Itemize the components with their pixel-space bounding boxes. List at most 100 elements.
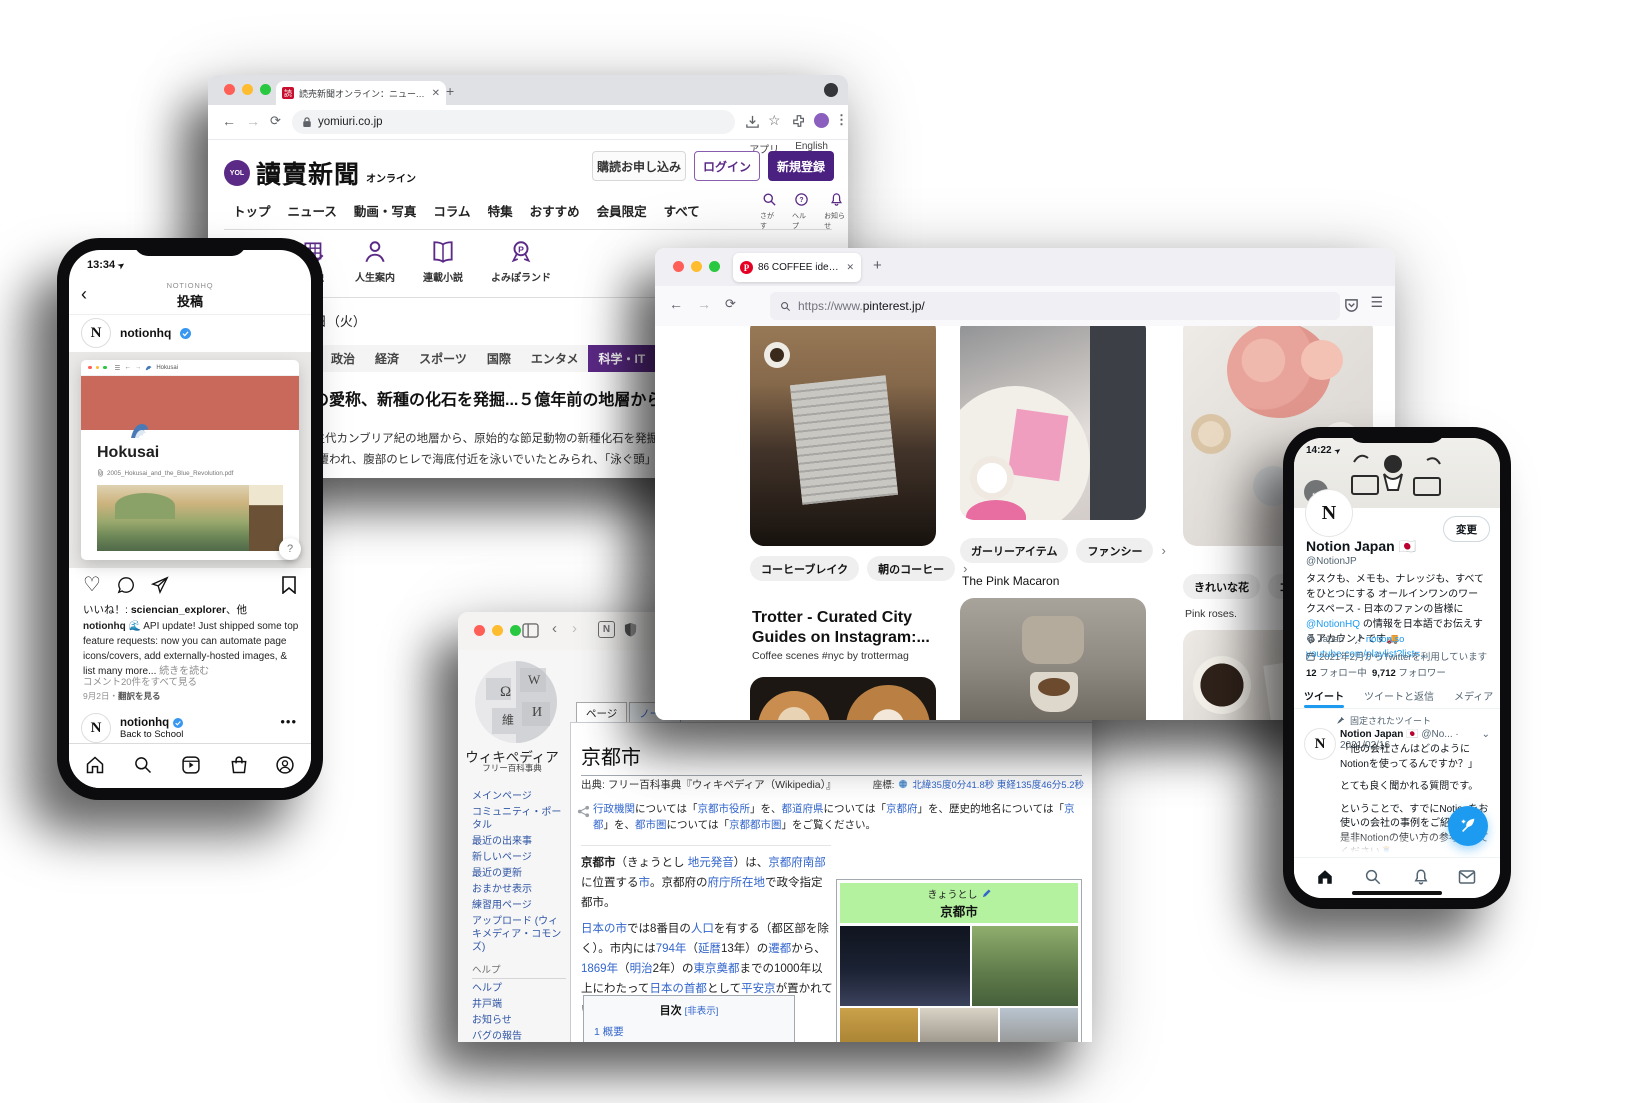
address-bar[interactable]: https://www.pinterest.jp/ <box>770 292 1340 320</box>
pin-title[interactable]: The Pink Macaron <box>962 574 1148 588</box>
sidebar-link[interactable]: 最近の出来事 <box>472 835 566 848</box>
close-window-button[interactable] <box>474 625 485 636</box>
edit-profile-button[interactable]: 変更 <box>1443 516 1490 542</box>
chevron-right-icon[interactable]: › <box>1161 543 1165 558</box>
pin-latte-photo[interactable] <box>750 677 936 720</box>
browser-tab[interactable]: P 86 COFFEE ideas | coffee, coffe ✕ <box>733 253 861 282</box>
nav-news[interactable]: ニュース <box>288 201 337 220</box>
share-icon[interactable] <box>745 114 760 129</box>
sidebar-link[interactable]: メインページ <box>472 790 566 803</box>
tab-media[interactable]: メディア <box>1444 682 1500 708</box>
forward-icon[interactable]: → <box>697 296 711 312</box>
pin-macaron-photo[interactable] <box>960 326 1146 520</box>
toc-item[interactable]: 1 概要 <box>594 1024 784 1039</box>
close-window-button[interactable] <box>224 84 235 95</box>
reload-icon[interactable]: ⟳ <box>270 113 281 129</box>
tweet-avatar[interactable]: N <box>1304 728 1336 760</box>
shield-icon[interactable] <box>624 622 637 637</box>
coords-value[interactable]: 北緯35度0分41.8秒 東経135度46分5.2秒 <box>912 777 1084 791</box>
new-tab-button[interactable]: + <box>446 83 454 99</box>
sidebar-link[interactable]: ヘルプ <box>472 982 566 995</box>
reels-icon[interactable] <box>181 755 201 775</box>
chevron-down-icon[interactable]: ⌄ <box>1482 729 1490 740</box>
sidebar-link[interactable]: アップロード (ウィキメディア・コモンズ) <box>472 915 566 954</box>
close-window-button[interactable] <box>673 261 684 272</box>
signup-button[interactable]: 新規登録 <box>768 151 834 181</box>
search-icon[interactable] <box>1364 868 1382 886</box>
zoom-window-button[interactable] <box>709 261 720 272</box>
kebab-menu-icon[interactable]: ⋮ <box>835 112 848 128</box>
like-heart-icon[interactable]: ♡ <box>83 572 101 597</box>
reload-icon[interactable]: ⟳ <box>725 296 736 312</box>
window-controls[interactable] <box>673 261 720 272</box>
bookmark-icon[interactable] <box>281 576 297 594</box>
bookmark-star-icon[interactable]: ☆ <box>768 112 781 129</box>
tabstrip-profile-icon[interactable] <box>824 83 838 97</box>
toc-hide-link[interactable]: [非表示] <box>685 1006 719 1017</box>
minimize-window-button[interactable] <box>691 261 702 272</box>
cat-economy[interactable]: 経済 <box>365 345 409 372</box>
home-icon[interactable] <box>1316 868 1334 886</box>
share-plane-icon[interactable] <box>151 576 169 594</box>
tweet-author[interactable]: Notion Japan <box>1340 729 1403 740</box>
forward-icon[interactable]: → <box>246 113 260 129</box>
quick-life-advice[interactable]: 人生案内 <box>355 239 395 284</box>
pin-newspaper-photo[interactable] <box>750 326 936 546</box>
tag-fancy[interactable]: ファンシー <box>1076 538 1153 563</box>
post-media[interactable]: ☰ ← → Hokusai Hokusai 2005_Hokusai_and_t… <box>69 352 311 568</box>
sidebar-link[interactable]: 井戸端 <box>472 998 566 1011</box>
nav-feature[interactable]: 特集 <box>488 201 513 220</box>
subscribe-button[interactable]: 購読お申し込み <box>592 151 686 181</box>
tag-coffee-break[interactable]: コーヒーブレイク <box>750 556 859 581</box>
close-tab-icon[interactable]: ✕ <box>846 262 854 273</box>
extensions-puzzle-icon[interactable] <box>792 114 806 128</box>
window-controls[interactable] <box>474 625 521 636</box>
browser-tab[interactable]: 読 読売新聞オンライン：ニュース& ✕ <box>276 81 446 105</box>
sidebar-toggle-icon[interactable] <box>522 623 539 638</box>
search-utility[interactable]: さがす <box>760 192 778 231</box>
tab-page[interactable]: ページ <box>576 702 627 724</box>
tab-tweets[interactable]: ツイート <box>1294 682 1354 708</box>
address-bar[interactable]: yomiuri.co.jp <box>292 110 735 134</box>
cat-entertainment[interactable]: エンタメ <box>521 345 589 372</box>
pin-teapot-photo[interactable] <box>960 598 1146 720</box>
pin-title[interactable]: Trotter - Curated City Guides on Instagr… <box>752 608 940 648</box>
view-comments-link[interactable]: コメント20件をすべて見る <box>83 674 197 688</box>
cat-politics[interactable]: 政治 <box>321 345 365 372</box>
notion-avatar[interactable]: N <box>81 713 111 743</box>
cat-sports[interactable]: スポーツ <box>409 345 477 372</box>
pdf-attachment[interactable]: 2005_Hokusai_and_the_Blue_Revolution.pdf <box>97 469 283 477</box>
cat-science-it[interactable]: 科学・IT <box>588 345 655 372</box>
tag-morning-coffee[interactable]: 朝のコーヒー <box>867 556 955 581</box>
sidebar-link[interactable]: コミュニティ・ポータル <box>472 806 566 832</box>
nav-members[interactable]: 会員限定 <box>597 201 647 220</box>
likes-line[interactable]: いいね！: sciencian_explorer、他 <box>83 602 247 617</box>
back-icon[interactable]: ← <box>222 113 236 129</box>
pocket-save-icon[interactable] <box>1344 298 1359 313</box>
comment-icon[interactable] <box>117 576 135 594</box>
sidebar-link[interactable]: おまかせ表示 <box>472 883 566 896</box>
profile-avatar[interactable] <box>814 113 829 128</box>
nav-video[interactable]: 動画・写真 <box>354 201 417 220</box>
coordinates[interactable]: 座標: 北緯35度0分41.8秒 東経135度46分5.2秒 <box>873 777 1084 791</box>
translate-link[interactable]: 翻訳を見る <box>118 691 161 701</box>
more-options-icon[interactable]: ••• <box>280 714 297 729</box>
search-icon[interactable] <box>133 755 153 775</box>
nav-all[interactable]: すべて <box>664 201 700 220</box>
zoom-window-button[interactable] <box>260 84 271 95</box>
sidebar-link[interactable]: 練習用ページ <box>472 899 566 912</box>
minimize-window-button[interactable] <box>242 84 253 95</box>
help-button[interactable]: ? <box>279 538 301 560</box>
profile-icon[interactable] <box>275 755 295 775</box>
minimize-window-button[interactable] <box>492 625 503 636</box>
mail-icon[interactable] <box>1458 868 1476 886</box>
sidebar-link[interactable]: 最近の更新 <box>472 867 566 880</box>
notion-avatar[interactable]: N <box>1306 490 1352 536</box>
close-tab-icon[interactable]: ✕ <box>432 88 440 99</box>
yomiuri-logo[interactable]: YOL 讀賣新聞 オンライン <box>224 155 416 191</box>
tag-girly-item[interactable]: ガーリーアイテム <box>960 538 1068 563</box>
bell-icon[interactable] <box>1412 868 1430 886</box>
follow-counts[interactable]: 12 フォロー中 9,712 フォロワー <box>1306 665 1446 679</box>
help-utility[interactable]: ? ヘルプ <box>792 192 810 231</box>
sidebar-link[interactable]: お知らせ <box>472 1014 566 1027</box>
